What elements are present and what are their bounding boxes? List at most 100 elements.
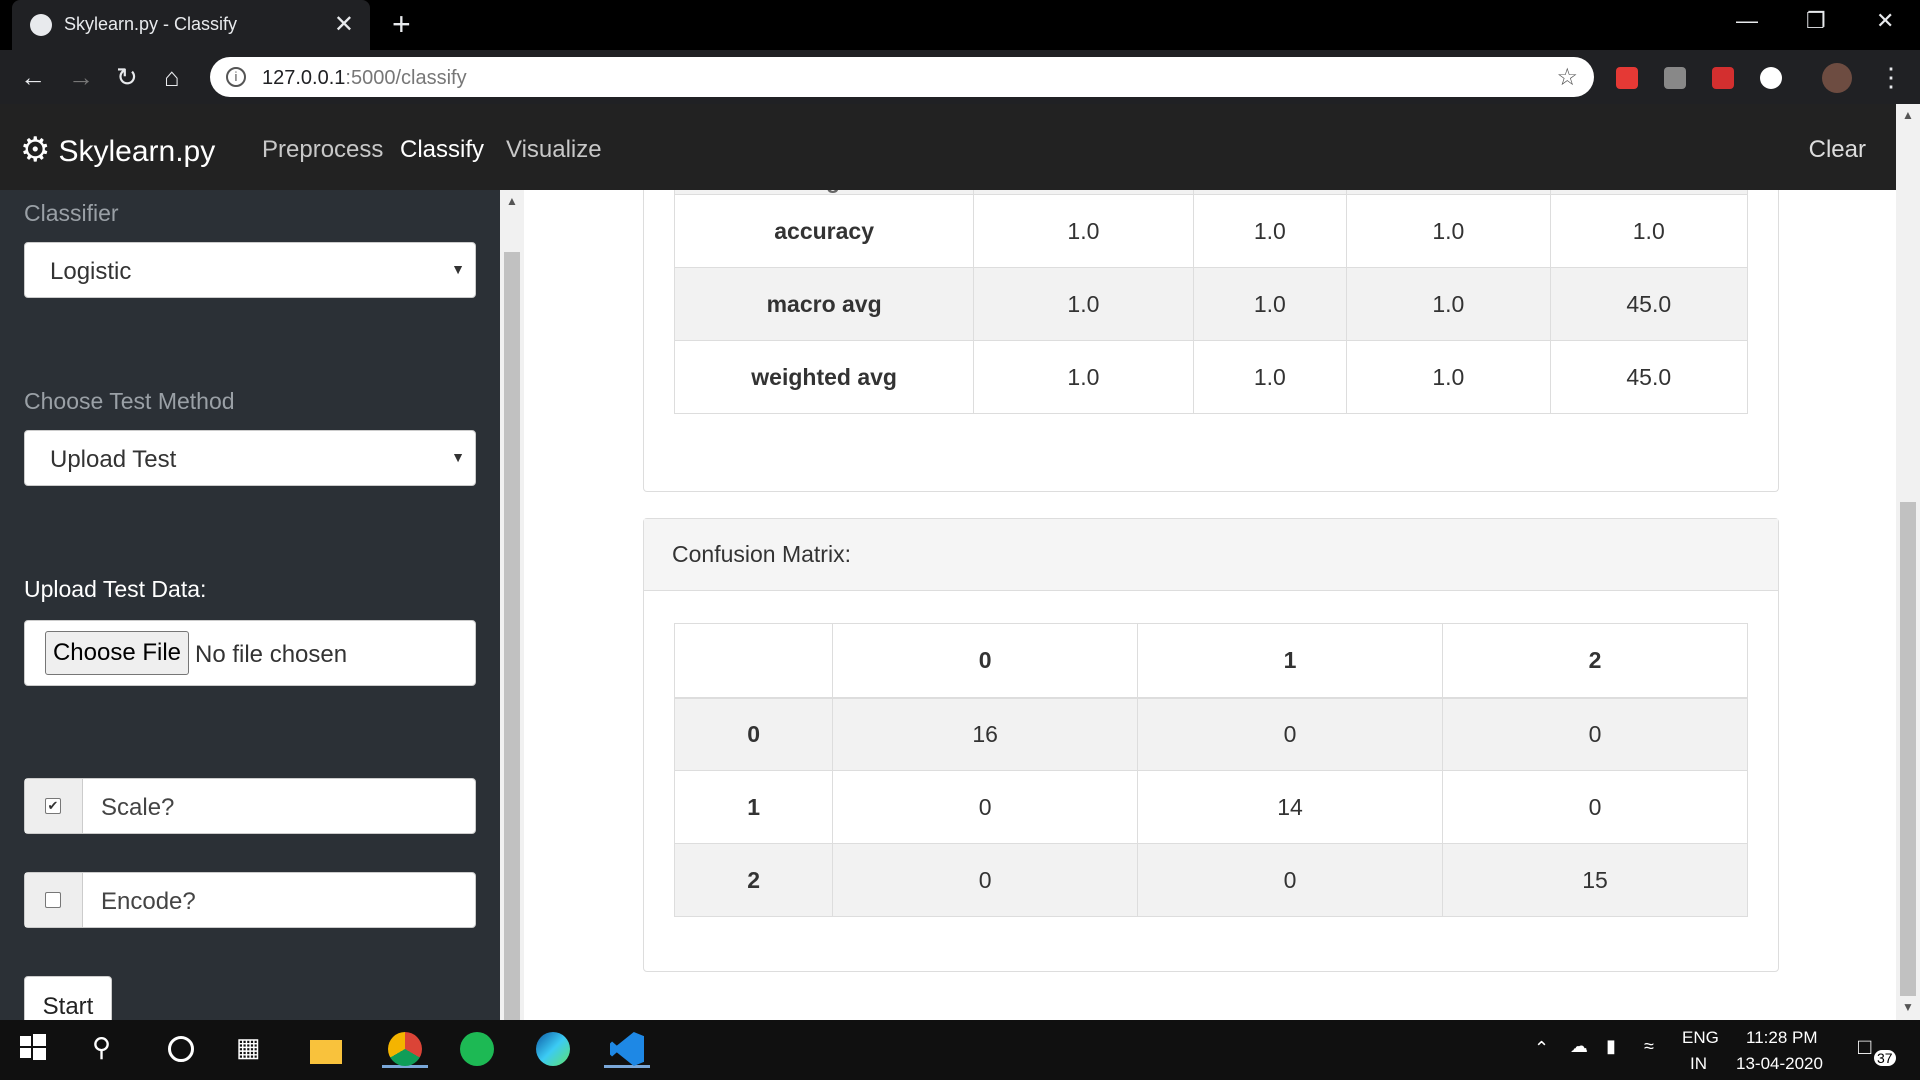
no-file-text: No file chosen (195, 641, 348, 668)
page-scrollbar[interactable]: ▲ ▼ (1896, 104, 1920, 1020)
choose-file-button[interactable]: Choose File (45, 631, 189, 675)
encode-checkbox-group: Encode? (24, 872, 476, 928)
report-cell: 45.0 (1549, 340, 1749, 414)
confusion-panel: Confusion Matrix: 0 1 2 0 16 0 0 1 0 14 0 2 0 0 15 (643, 518, 1779, 972)
notifications-icon[interactable]: □ (1858, 1034, 1871, 1060)
scroll-down-icon[interactable]: ▼ (1902, 1000, 1914, 1014)
report-cell: 1.0 (1346, 194, 1551, 268)
sidebar-scrollbar[interactable]: ▲ (500, 190, 524, 1020)
report-cell: 1.0 (973, 267, 1194, 341)
nav-visualize[interactable]: Visualize (506, 136, 602, 164)
report-cell: 1.0 (1346, 340, 1551, 414)
confusion-col-header (673, 623, 834, 699)
back-icon[interactable]: ← (20, 62, 46, 93)
confusion-col-header: 2 (1442, 623, 1748, 699)
confusion-header: Confusion Matrix: (644, 519, 1778, 591)
tray-chevron-icon[interactable]: ⌃ (1534, 1038, 1549, 1059)
forward-icon[interactable]: → (68, 62, 94, 93)
classifier-select[interactable]: Logistic ▼ (24, 242, 476, 298)
battery-icon[interactable]: ▮ (1606, 1036, 1616, 1057)
clock-date[interactable]: 13-04-2020 (1736, 1054, 1823, 1074)
confusion-row-label: 2 (673, 843, 834, 917)
scale-checkbox[interactable]: ✔ (45, 798, 61, 814)
confusion-cell: 0 (1137, 843, 1444, 917)
gears-icon: ⚙ (20, 131, 51, 169)
encode-checkbox[interactable] (45, 892, 61, 908)
menu-icon[interactable]: ⋮ (1878, 62, 1904, 93)
globe-icon (30, 14, 52, 36)
scroll-up-icon[interactable]: ▲ (1902, 108, 1914, 122)
file-explorer-icon[interactable] (310, 1032, 346, 1068)
classification-report-table: Iris-virginica1.01.01.015.0accuracy1.01.… (673, 190, 1749, 414)
test-method-label: Choose Test Method (24, 388, 235, 414)
test-method-select[interactable]: Upload Test ▼ (24, 430, 476, 486)
restore-icon[interactable]: ❐ (1806, 8, 1826, 34)
onedrive-icon[interactable]: ☁ (1570, 1036, 1588, 1057)
reload-icon[interactable]: ↻ (116, 62, 138, 93)
report-row-label: macro avg (673, 267, 975, 341)
sidebar: Classifier Logistic ▼ Choose Test Method… (0, 190, 500, 1020)
lang-eng[interactable]: ENG (1682, 1028, 1719, 1048)
confusion-title: Confusion Matrix: (672, 541, 851, 567)
tab-title: Skylearn.py - Classify (64, 14, 238, 34)
confusion-col-header: 0 (832, 623, 1139, 699)
new-tab-button[interactable]: + (392, 6, 411, 43)
confusion-row: 1 0 14 0 (673, 770, 1748, 844)
brand[interactable]: ⚙ Skylearn.py (20, 130, 215, 170)
report-row: accuracy 1.0 1.0 1.0 1.0 (673, 194, 1749, 268)
report-row: macro avg 1.0 1.0 1.0 45.0 (673, 267, 1749, 341)
window-close-icon[interactable]: ✕ (1876, 8, 1894, 34)
task-view-icon[interactable]: ▦ (236, 1032, 272, 1068)
wifi-icon[interactable]: ≈ (1644, 1036, 1654, 1057)
clock-time[interactable]: 11:28 PM (1746, 1028, 1818, 1048)
spotify-icon[interactable] (460, 1032, 496, 1068)
report-cell: 1.0 (973, 194, 1194, 268)
clear-link[interactable]: Clear (1809, 136, 1866, 164)
cortana-icon[interactable] (164, 1032, 200, 1068)
extension-circle-icon[interactable] (1760, 67, 1782, 89)
upload-label: Upload Test Data: (24, 576, 207, 602)
confusion-cell: 0 (832, 770, 1139, 844)
checkbox-addon (25, 873, 83, 927)
edge-icon[interactable] (536, 1032, 572, 1068)
page-scrollbar-thumb[interactable] (1900, 502, 1916, 996)
file-input[interactable]: Choose File No file chosen (24, 620, 476, 686)
main-content: Iris-virginica1.01.01.015.0accuracy1.01.… (524, 190, 1896, 1020)
report-cell: 1.0 (973, 340, 1194, 414)
scrollbar-thumb[interactable] (504, 252, 520, 1020)
confusion-cell: 0 (1442, 770, 1748, 844)
windows-start-icon[interactable] (18, 1032, 54, 1068)
nav-preprocess[interactable]: Preprocess (262, 136, 383, 164)
info-icon[interactable]: i (226, 67, 246, 87)
extension-shield-icon[interactable] (1616, 67, 1638, 89)
extension-icon[interactable] (1664, 67, 1686, 89)
bookmark-star-icon[interactable]: ☆ (1556, 63, 1578, 92)
scale-checkbox-group: ✔ Scale? (24, 778, 476, 834)
url-path: :5000/classify (345, 67, 467, 89)
caret-down-icon: ▼ (451, 261, 465, 277)
chrome-icon[interactable] (382, 1032, 428, 1068)
tab-close-icon[interactable]: ✕ (334, 10, 354, 39)
confusion-cell: 15 (1442, 843, 1748, 917)
profile-avatar[interactable] (1822, 63, 1852, 93)
nav-classify[interactable]: Classify (400, 136, 484, 164)
windows-taskbar: ⚲ ▦ ⌃ ☁ ▮ ≈ ENG IN 11:28 PM 13-04-2020 □… (0, 1020, 1920, 1080)
confusion-row-label: 1 (673, 770, 834, 844)
report-row-label: accuracy (673, 194, 975, 268)
extension-pocket-icon[interactable] (1712, 67, 1734, 89)
scroll-up-icon[interactable]: ▲ (506, 194, 518, 208)
browser-title-bar: Skylearn.py - Classify ✕ + — ❐ ✕ (0, 0, 1920, 50)
search-icon[interactable]: ⚲ (92, 1032, 128, 1068)
home-icon[interactable]: ⌂ (164, 62, 180, 93)
confusion-header-row: 012 (673, 623, 1748, 699)
report-row-label: weighted avg (673, 340, 975, 414)
minimize-icon[interactable]: — (1736, 8, 1758, 34)
address-bar[interactable]: i 127.0.0.1:5000/classify ☆ (210, 57, 1594, 97)
report-cell: 45.0 (1549, 267, 1749, 341)
lang-in[interactable]: IN (1690, 1054, 1707, 1074)
vscode-icon[interactable] (604, 1032, 650, 1068)
classifier-label: Classifier (24, 200, 119, 226)
report-cell: 1.0 (1192, 340, 1348, 414)
browser-tab[interactable]: Skylearn.py - Classify ✕ (12, 0, 370, 50)
start-button[interactable]: Start (24, 976, 112, 1020)
